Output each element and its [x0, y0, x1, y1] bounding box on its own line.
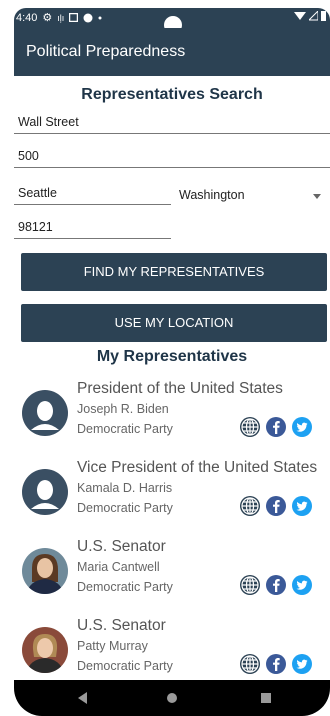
facebook-icon[interactable] — [265, 574, 287, 596]
twitter-icon[interactable] — [291, 653, 313, 675]
rep-party: Democratic Party — [77, 422, 173, 436]
avatar-photo — [22, 548, 68, 594]
zip-input[interactable] — [14, 220, 171, 239]
default-person-icon — [31, 480, 59, 509]
find-representatives-button[interactable]: FIND MY REPRESENTATIVES — [21, 253, 327, 291]
avatar — [22, 390, 68, 436]
signal-icon — [309, 11, 318, 21]
representatives-section-title: My Representatives — [96, 348, 248, 365]
rep-links — [239, 653, 313, 675]
home-circle-icon[interactable] — [167, 693, 177, 703]
representative-item[interactable]: Vice President of the United States Kama… — [14, 459, 330, 533]
city-input[interactable] — [14, 186, 171, 205]
wifi-icon — [294, 12, 306, 20]
navigation-bar — [14, 680, 330, 716]
dropdown-arrow-icon — [313, 194, 321, 199]
rep-office: U.S. Senator — [77, 617, 166, 634]
representative-item[interactable]: President of the United States Joseph R.… — [14, 380, 330, 454]
settings-gear-icon: ⚙ — [42, 12, 53, 24]
rep-party: Democratic Party — [77, 501, 173, 515]
facebook-icon[interactable] — [265, 653, 287, 675]
rep-links — [239, 416, 313, 438]
twitter-icon[interactable] — [291, 495, 313, 517]
app-title: Political Preparedness — [26, 43, 186, 60]
battery-icon — [321, 11, 326, 21]
avatar — [22, 469, 68, 515]
default-person-icon — [31, 401, 59, 430]
small-dot-icon — [98, 16, 102, 19]
state-dropdown[interactable]: Washington — [179, 188, 327, 206]
vibrate-icon: ıļı — [57, 12, 65, 23]
status-time: 4:40 — [16, 11, 38, 24]
phone-screen: 4:40 ⚙ ıļı Political Preparedness Repres… — [14, 8, 330, 716]
recents-square-icon[interactable] — [261, 693, 271, 703]
person-photo-icon — [22, 548, 68, 594]
person-photo-icon — [22, 627, 68, 673]
notification-box-icon — [69, 13, 79, 22]
address-line2-input[interactable] — [14, 149, 330, 168]
rep-name: Patty Murray — [77, 639, 148, 653]
website-globe-icon[interactable] — [239, 495, 261, 517]
twitter-icon[interactable] — [291, 574, 313, 596]
rep-party: Democratic Party — [77, 580, 173, 594]
address-line1-input[interactable] — [14, 115, 330, 134]
status-right — [294, 11, 326, 21]
back-triangle-icon[interactable] — [78, 692, 87, 704]
use-location-button[interactable]: USE MY LOCATION — [21, 304, 327, 342]
representative-item[interactable]: U.S. Senator Maria Cantwell Democratic P… — [14, 538, 330, 612]
website-globe-icon[interactable] — [239, 574, 261, 596]
rep-name: Kamala D. Harris — [77, 481, 173, 495]
facebook-icon[interactable] — [265, 416, 287, 438]
rep-office: Vice President of the United States — [77, 459, 318, 476]
rep-party: Democratic Party — [77, 659, 173, 673]
search-section-title: Representatives Search — [81, 86, 263, 103]
rep-links — [239, 574, 313, 596]
facebook-icon[interactable] — [265, 495, 287, 517]
website-globe-icon[interactable] — [239, 416, 261, 438]
rep-name: Joseph R. Biden — [77, 402, 169, 416]
state-selected-value: Washington — [179, 188, 245, 202]
rep-office: U.S. Senator — [77, 538, 166, 555]
twitter-icon[interactable] — [291, 416, 313, 438]
app-bar: Political Preparedness — [14, 28, 330, 76]
avatar-photo — [22, 627, 68, 673]
rep-office: President of the United States — [77, 380, 283, 397]
rep-name: Maria Cantwell — [77, 560, 160, 574]
rep-links — [239, 495, 313, 517]
status-left: 4:40 ⚙ ıļı — [16, 11, 102, 24]
record-dot-icon — [83, 13, 93, 22]
website-globe-icon[interactable] — [239, 653, 261, 675]
